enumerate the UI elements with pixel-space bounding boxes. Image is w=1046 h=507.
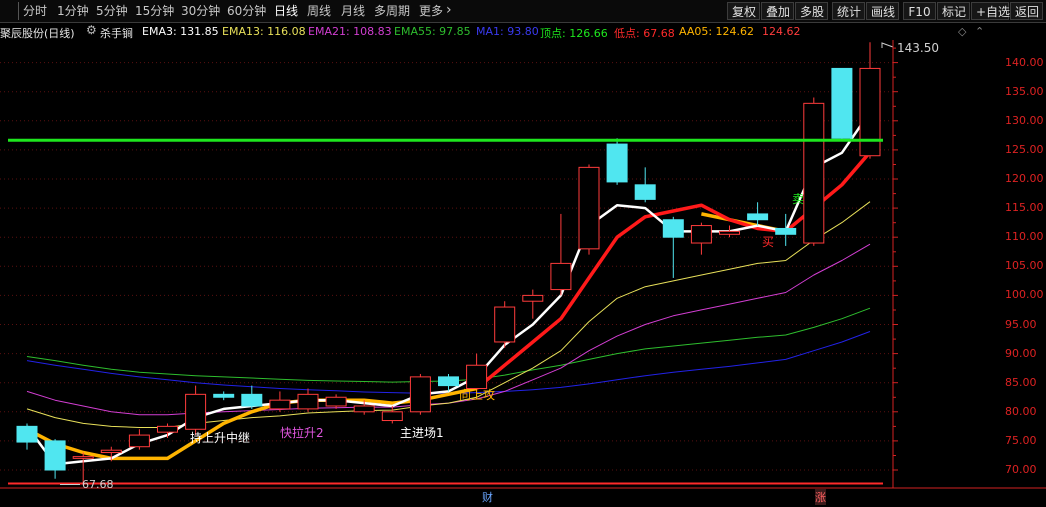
candle-body-down — [213, 393, 235, 398]
price-tick-label: 135.00 — [1005, 84, 1044, 98]
candle-body-down — [438, 376, 459, 387]
candle-body-up — [522, 294, 544, 302]
price-tick-label: 110.00 — [1005, 230, 1044, 244]
price-tick-label: 100.00 — [1005, 288, 1044, 302]
break-up-label: 向上攻 — [459, 388, 496, 402]
candle-body-down — [44, 440, 66, 471]
candle-body-up — [325, 396, 347, 407]
candle-body-up — [690, 225, 712, 244]
finance-marker[interactable]: 财 — [482, 489, 493, 505]
candle-body-down — [775, 227, 797, 235]
candle-body-up — [859, 67, 881, 157]
price-tick-label: 140.00 — [1005, 55, 1044, 69]
price-tick-label: 130.00 — [1005, 113, 1044, 127]
candle-body-up — [719, 230, 740, 235]
candle-body-up — [269, 399, 291, 410]
candle-body-down — [747, 213, 769, 221]
price-tick-label: 85.00 — [1005, 375, 1037, 389]
candle-body-up — [494, 306, 516, 343]
price-tick-label: 70.00 — [1005, 463, 1037, 476]
candle-body-up — [72, 456, 94, 459]
sell-signal-label: 卖 — [792, 192, 805, 206]
candle-body-up — [578, 166, 600, 250]
candle-body-up — [185, 393, 207, 430]
candle-body-down — [16, 425, 38, 443]
candle-body-up — [353, 405, 375, 413]
price-tick-label: 90.00 — [1005, 346, 1037, 360]
rise-marker[interactable]: 涨 — [815, 489, 826, 505]
high-marker — [881, 42, 894, 48]
candle-body-up — [297, 393, 319, 410]
candle-body-up — [550, 262, 572, 291]
candle-body-up — [381, 411, 403, 422]
candle-body-down — [634, 184, 656, 200]
price-tick-label: 95.00 — [1005, 317, 1037, 331]
price-tick-label: 125.00 — [1005, 142, 1044, 156]
candle-body-up — [409, 376, 431, 413]
pull-up-label: 快拉升2 — [280, 426, 324, 440]
price-tick-label: 75.00 — [1005, 433, 1037, 447]
price-tick-label: 80.00 — [1005, 404, 1037, 418]
candle-body-down — [831, 67, 853, 139]
candle-body-up — [100, 449, 122, 454]
buy-signal-label: 买 — [762, 235, 775, 249]
candlestick-chart[interactable] — [0, 0, 1046, 507]
price-tick-label: 115.00 — [1005, 201, 1044, 215]
candle-body-down — [662, 219, 684, 238]
price-tick-label: 120.00 — [1005, 172, 1044, 185]
ema55-line — [26, 307, 871, 383]
rise-relay-label: 持上升中继 — [190, 431, 251, 445]
candle-body-up — [803, 102, 825, 244]
candle-body-down — [606, 143, 628, 183]
candle-body-up — [157, 425, 178, 433]
low-value-label: 67.68 — [82, 478, 114, 491]
candle-body-down — [241, 393, 263, 407]
candle-body-up — [128, 434, 150, 448]
enter-label: 主进场1 — [400, 426, 444, 440]
price-tick-label: 105.00 — [1005, 259, 1044, 273]
high-value-label: 143.50 — [897, 41, 939, 55]
